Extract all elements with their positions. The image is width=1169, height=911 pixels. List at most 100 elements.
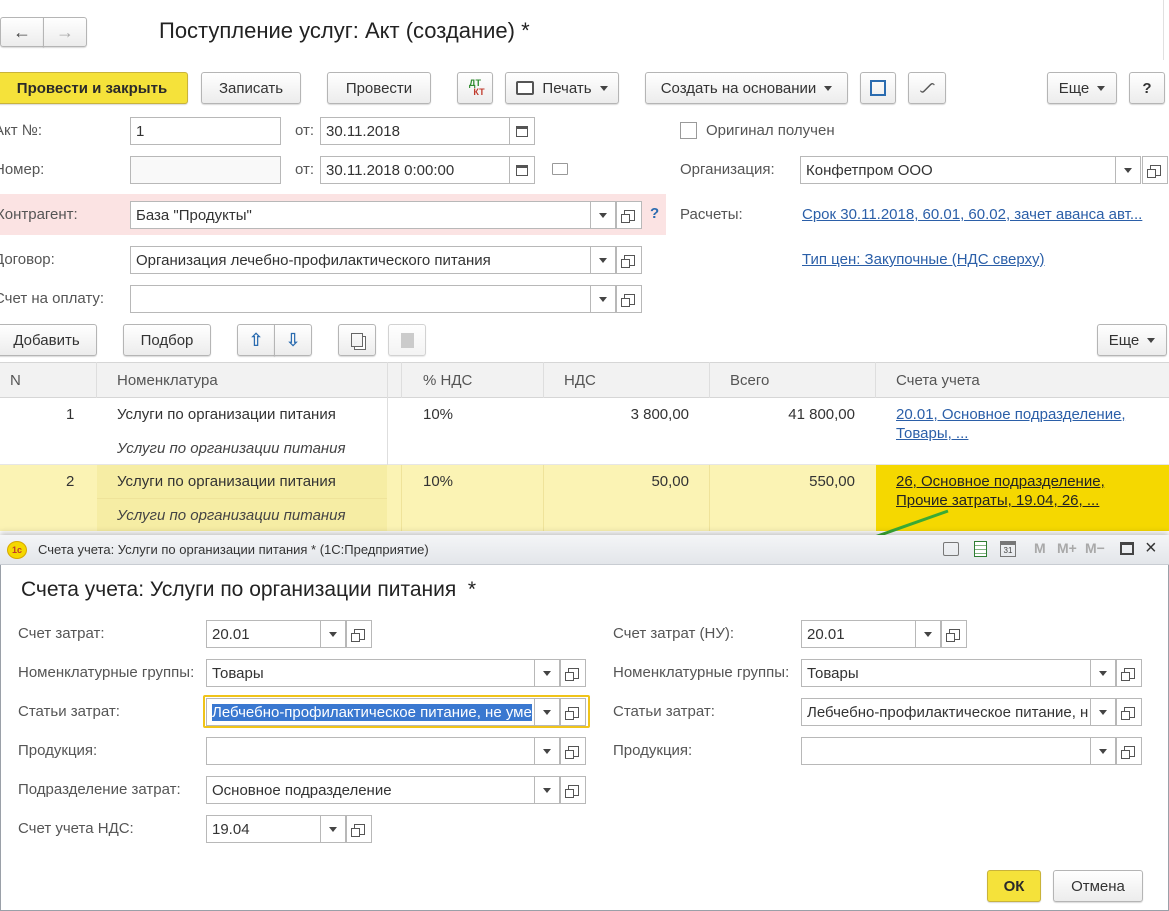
tax-cost-items-dropdown-button[interactable] (1090, 698, 1116, 726)
print-button[interactable]: Печать (505, 72, 619, 104)
help-button[interactable]: ? (1129, 72, 1165, 104)
save-button[interactable]: Записать (201, 72, 301, 104)
settlements-link[interactable]: Срок 30.11.2018, 60.01, 60.02, зачет ава… (802, 206, 1142, 223)
original-received-checkbox[interactable] (680, 122, 697, 139)
division-dropdown-button[interactable] (534, 776, 560, 804)
invoice-open-button[interactable] (616, 285, 642, 313)
price-type-link[interactable]: Тип цен: Закупочные (НДС сверху) (802, 251, 1045, 268)
select-button[interactable]: Подбор (123, 324, 211, 356)
production-field[interactable] (206, 737, 535, 765)
contract-field[interactable]: Организация лечебно-профилактического пи… (130, 246, 591, 274)
cancel-button[interactable]: Отмена (1053, 870, 1143, 902)
contract-dropdown-button[interactable] (590, 246, 616, 274)
cost-account-dropdown-button[interactable] (320, 620, 346, 648)
more-button[interactable]: Еще (1047, 72, 1117, 104)
copy-row-button[interactable] (338, 324, 376, 356)
vat-account-open-button[interactable] (346, 815, 372, 843)
division-open-button[interactable] (560, 776, 586, 804)
structure-button[interactable] (860, 72, 896, 104)
chevron-down-icon (1099, 670, 1107, 676)
calculator-icon[interactable] (974, 541, 987, 557)
print-preview-icon[interactable] (943, 542, 959, 556)
arrow-down-icon: ⇩ (285, 329, 301, 350)
comment-icon[interactable] (552, 163, 568, 175)
contract-open-button[interactable] (616, 246, 642, 274)
organization-field[interactable]: Конфетпром ООО (800, 156, 1116, 184)
nom-groups-dropdown-button[interactable] (534, 659, 560, 687)
tax-nom-groups-dropdown-button[interactable] (1090, 659, 1116, 687)
row2-accounts-line1[interactable]: 26, Основное подразделение, (896, 473, 1105, 490)
organization-dropdown-button[interactable] (1115, 156, 1141, 184)
tax-production-field[interactable] (801, 737, 1091, 765)
act-date-field[interactable]: 30.11.2018 (320, 117, 510, 145)
nom-groups-field[interactable]: Товары (206, 659, 535, 687)
act-date-calendar-button[interactable] (509, 117, 535, 145)
cost-account-field[interactable]: 20.01 (206, 620, 321, 648)
forward-button[interactable]: → (43, 17, 87, 47)
act-no-field[interactable]: 1 (130, 117, 281, 145)
calendar-icon[interactable]: 31 (1000, 541, 1016, 557)
ok-button[interactable]: ОК (987, 870, 1041, 902)
cost-items-field[interactable]: Лебчебно-профилактическое питание, не ум… (206, 698, 535, 726)
move-down-button[interactable]: ⇩ (274, 324, 312, 356)
post-and-close-button[interactable]: Провести и закрыть (0, 72, 188, 104)
cost-account-open-button[interactable] (346, 620, 372, 648)
memory-mminus-icon[interactable]: M− (1085, 540, 1105, 556)
row2-n: 2 (66, 473, 75, 490)
contractor-help-icon[interactable]: ? (650, 205, 659, 222)
vat-account-field[interactable]: 19.04 (206, 815, 321, 843)
tax-cost-items-open-button[interactable] (1116, 698, 1142, 726)
tax-cost-account-dropdown-button[interactable] (915, 620, 941, 648)
memory-m-icon[interactable]: M (1034, 540, 1046, 556)
tax-cost-items-field[interactable]: Лебчебно-профилактическое питание, н (801, 698, 1091, 726)
contractor-open-button[interactable] (616, 201, 642, 229)
number-date-field[interactable]: 30.11.2018 0:00:00 (320, 156, 510, 184)
tax-cost-account-field[interactable]: 20.01 (801, 620, 916, 648)
col-sep (709, 362, 710, 398)
col-header-vat[interactable]: НДС (564, 363, 596, 397)
maximize-icon[interactable] (1120, 542, 1134, 555)
number-date-calendar-button[interactable] (509, 156, 535, 184)
tax-nom-groups-open-button[interactable] (1116, 659, 1142, 687)
production-open-button[interactable] (560, 737, 586, 765)
col-header-vat-rate[interactable]: % НДС (423, 363, 472, 397)
back-button[interactable]: ← (0, 17, 44, 47)
attach-button[interactable]: ∫ (908, 72, 946, 104)
contractor-field[interactable]: База "Продукты" (130, 201, 591, 229)
organization-open-button[interactable] (1142, 156, 1168, 184)
col-header-n[interactable]: N (10, 363, 21, 397)
col-header-accounts[interactable]: Счета учета (896, 363, 980, 397)
close-icon[interactable]: × (1145, 537, 1157, 560)
dtkt-button[interactable]: ДТ КТ (457, 72, 493, 104)
col-header-total[interactable]: Всего (730, 363, 769, 397)
number-field[interactable] (130, 156, 281, 184)
row1-accounts-line1[interactable]: 20.01, Основное подразделение, (896, 406, 1126, 423)
paste-button[interactable] (388, 324, 426, 356)
tax-production-open-button[interactable] (1116, 737, 1142, 765)
invoice-field[interactable] (130, 285, 591, 313)
nom-groups-open-button[interactable] (560, 659, 586, 687)
row1-accounts-line2[interactable]: Товары, ... (896, 425, 968, 442)
post-button[interactable]: Провести (327, 72, 431, 104)
tax-nom-groups-field[interactable]: Товары (801, 659, 1091, 687)
cost-items-dropdown-button[interactable] (534, 698, 560, 726)
tax-production-label: Продукция: (613, 742, 693, 759)
add-row-button[interactable]: Добавить (0, 324, 97, 356)
move-up-button[interactable]: ⇧ (237, 324, 275, 356)
copy-icon (351, 333, 363, 347)
invoice-dropdown-button[interactable] (590, 285, 616, 313)
table-more-button[interactable]: Еще (1097, 324, 1167, 356)
create-based-on-button[interactable]: Создать на основании (645, 72, 848, 104)
memory-mplus-icon[interactable]: M+ (1057, 540, 1077, 556)
tax-cost-account-open-button[interactable] (941, 620, 967, 648)
division-field[interactable]: Основное подразделение (206, 776, 535, 804)
col-header-nomenclature[interactable]: Номенклатура (117, 363, 218, 397)
tax-production-dropdown-button[interactable] (1090, 737, 1116, 765)
organization-label: Организация: (680, 161, 775, 178)
col-sep (387, 362, 388, 398)
contractor-dropdown-button[interactable] (590, 201, 616, 229)
chevron-down-icon (599, 212, 607, 218)
production-dropdown-button[interactable] (534, 737, 560, 765)
cost-items-open-button[interactable] (560, 698, 586, 726)
vat-account-dropdown-button[interactable] (320, 815, 346, 843)
